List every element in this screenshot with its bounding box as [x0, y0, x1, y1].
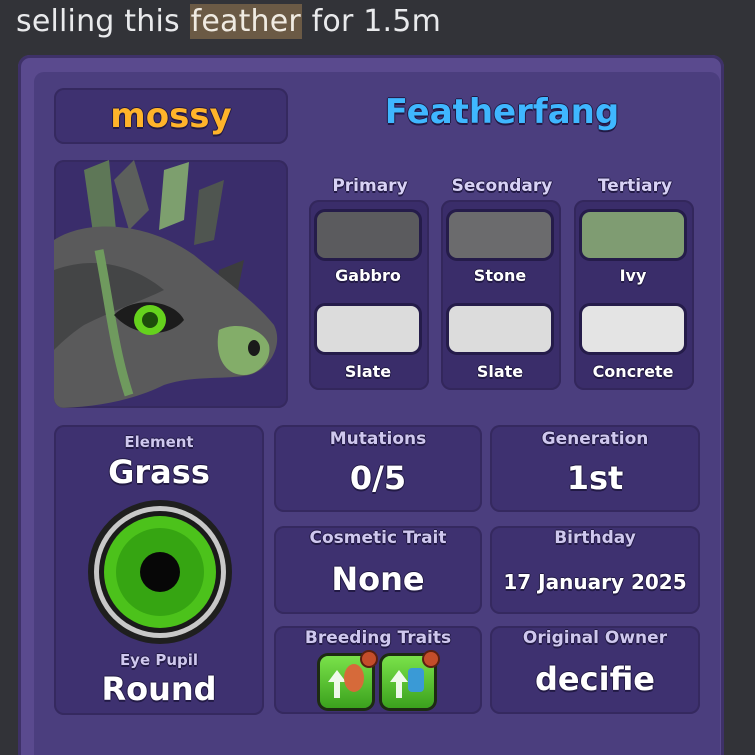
original-owner-value: decifie — [535, 660, 655, 698]
original-owner-panel: Original Owner decifie — [490, 626, 700, 714]
eye-pupil-value: Round — [101, 670, 217, 708]
primary-header: Primary — [332, 176, 408, 196]
original-owner-label: Original Owner — [522, 628, 668, 648]
trait-badge-dot — [362, 652, 376, 666]
message-text-after: for 1.5m — [301, 4, 441, 39]
secondary-top-swatch — [449, 212, 551, 258]
dragon-species-name: Featherfang — [384, 92, 620, 132]
tertiary-top-swatch — [582, 212, 684, 258]
breeding-traits-panel: Breeding Traits — [274, 626, 482, 714]
birthday-panel: Birthday 17 January 2025 — [490, 526, 700, 614]
cosmetic-trait-label: Cosmetic Trait — [309, 528, 447, 548]
secondary-top-label: Stone — [473, 266, 527, 285]
mutations-panel: Mutations 0/5 — [274, 425, 482, 512]
tertiary-bottom-swatch — [582, 306, 684, 352]
growth-trait-icon[interactable] — [320, 652, 376, 708]
secondary-bottom-swatch — [449, 306, 551, 352]
birthday-label: Birthday — [554, 528, 636, 548]
mutations-label: Mutations — [329, 429, 427, 449]
secondary-colors: Stone Slate — [441, 200, 561, 390]
generation-label: Generation — [541, 429, 649, 449]
cosmetic-trait-panel: Cosmetic Trait None — [274, 526, 482, 614]
nickname-panel: mossy — [54, 88, 288, 144]
eye-icon — [88, 500, 232, 644]
tertiary-colors: Ivy Concrete — [574, 200, 694, 390]
secondary-bottom-label: Slate — [476, 362, 524, 381]
dragon-nickname: mossy — [110, 96, 232, 136]
primary-bottom-label: Slate — [344, 362, 392, 381]
dragon-head-image — [54, 160, 278, 408]
tertiary-header: Tertiary — [597, 176, 673, 196]
message-text-before: selling this — [16, 4, 190, 39]
element-label: Element — [124, 433, 194, 451]
tertiary-top-label: Ivy — [619, 266, 647, 285]
fertility-trait-icon[interactable] — [382, 652, 438, 708]
primary-top-swatch — [317, 212, 419, 258]
breeding-traits-label: Breeding Traits — [304, 628, 452, 648]
secondary-header: Secondary — [451, 176, 553, 196]
element-panel: Element Grass Eye Pupil Round — [54, 425, 264, 715]
cosmetic-trait-value: None — [331, 560, 425, 598]
birthday-value: 17 January 2025 — [503, 570, 687, 594]
chat-message: selling this feather for 1.5m — [16, 4, 441, 39]
mutations-value: 0/5 — [349, 459, 407, 497]
primary-top-label: Gabbro — [335, 266, 401, 285]
element-value: Grass — [108, 453, 210, 491]
generation-value: 1st — [566, 459, 624, 497]
trait-badge-dot — [424, 652, 438, 666]
tertiary-bottom-label: Concrete — [592, 362, 674, 381]
eye-pupil-label: Eye Pupil — [119, 651, 199, 669]
generation-panel: Generation 1st — [490, 425, 700, 512]
primary-colors: Gabbro Slate — [309, 200, 429, 390]
search-highlight: feather — [189, 4, 302, 39]
dragon-portrait — [54, 160, 288, 408]
primary-bottom-swatch — [317, 306, 419, 352]
